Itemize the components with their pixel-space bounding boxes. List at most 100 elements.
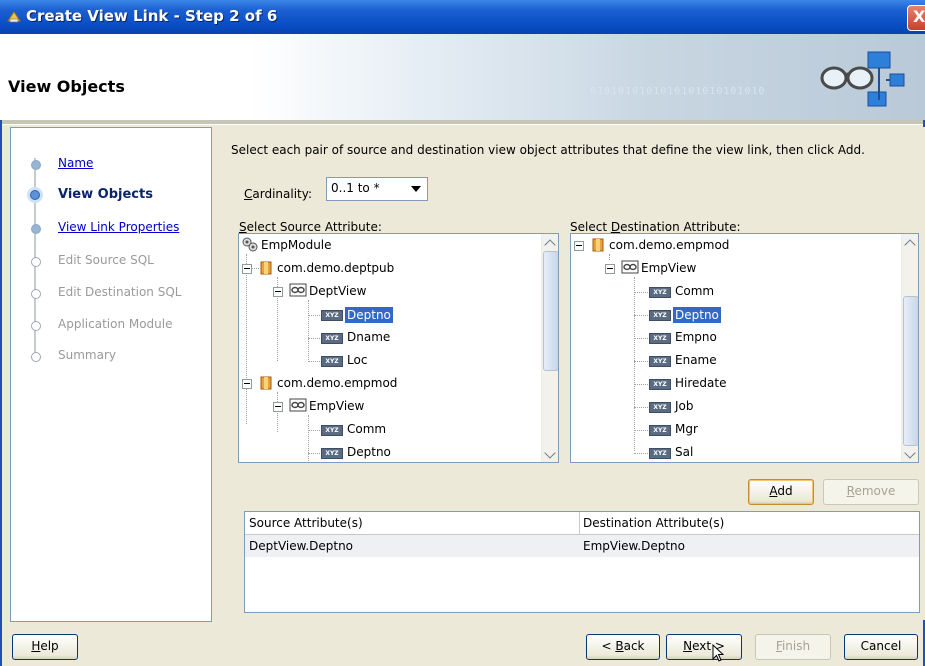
tree-node-attr-mgr[interactable]: XYZ Mgr — [571, 420, 891, 440]
attribute-icon: XYZ — [649, 425, 671, 436]
cell-source: DeptView.Deptno — [249, 539, 354, 553]
close-button[interactable]: X — [907, 5, 925, 31]
tree-line — [634, 361, 648, 362]
attribute-icon: XYZ — [649, 448, 671, 459]
tree-node-label: EmpView — [641, 261, 697, 275]
finish-button[interactable]: Finish — [755, 634, 831, 660]
tree-line — [634, 315, 648, 316]
step-pending-icon — [31, 352, 41, 362]
tree-node-view-empview[interactable]: EmpView — [571, 259, 891, 279]
tree-node-label: Sal — [675, 445, 694, 459]
close-icon: X — [913, 7, 925, 26]
collapse-icon[interactable] — [605, 264, 615, 274]
tree-line — [634, 430, 648, 431]
remove-button[interactable]: Remove — [823, 479, 919, 505]
tree-line — [308, 315, 320, 316]
tree-node-attr-hiredate[interactable]: XYZ Hiredate — [571, 374, 891, 394]
dropdown-arrow-icon[interactable] — [411, 186, 421, 192]
add-button[interactable]: Add — [748, 479, 814, 505]
step-label: Edit Source SQL — [58, 253, 154, 267]
column-divider[interactable] — [579, 512, 580, 534]
tree-node-attr-deptno[interactable]: XYZ Deptno — [571, 305, 891, 325]
tree-node-package-deptpub[interactable]: com.demo.deptpub — [239, 259, 539, 279]
tree-node-attr-deptno[interactable]: XYZ Deptno — [239, 305, 539, 325]
tree-node-label: com.demo.deptpub — [277, 261, 395, 275]
tree-node-label: Loc — [347, 353, 368, 367]
tree-node-attr-comm[interactable]: XYZ Comm — [571, 282, 891, 302]
chevron-down-icon — [904, 447, 916, 459]
collapse-icon[interactable] — [273, 287, 283, 297]
column-header-destination[interactable]: Destination Attribute(s) — [583, 516, 724, 530]
tree-node-attr-comm[interactable]: XYZ Comm — [239, 420, 539, 440]
tree-line — [634, 292, 648, 293]
collapse-icon[interactable] — [242, 379, 252, 389]
source-attribute-tree[interactable]: EmpModule com.demo.deptpub DeptView XYZ … — [238, 233, 559, 463]
tree-node-attr-empno[interactable]: XYZ Empno — [571, 328, 891, 348]
attribute-pairs-table[interactable]: Source Attribute(s) Destination Attribut… — [244, 511, 920, 613]
attribute-icon: XYZ — [649, 402, 671, 413]
tree-line — [308, 338, 320, 339]
scroll-up-button[interactable] — [902, 234, 918, 251]
tree-node-package-empmod[interactable]: com.demo.empmod — [571, 236, 891, 256]
tree-node-view-empview[interactable]: EmpView — [239, 397, 539, 417]
tree-node-label: com.demo.empmod — [609, 238, 730, 252]
tree-node-attr-loc[interactable]: XYZ Loc — [239, 351, 539, 371]
tree-node-attr-job[interactable]: XYZ Job — [571, 397, 891, 417]
next-button[interactable]: Next > — [666, 634, 742, 660]
button-label: < — [601, 639, 616, 653]
attribute-icon: XYZ — [321, 310, 343, 321]
scroll-down-button[interactable] — [542, 446, 558, 462]
scroll-thumb[interactable] — [543, 251, 558, 371]
scroll-thumb[interactable] — [903, 296, 918, 446]
step-pending-icon — [31, 321, 41, 331]
tree-node-module[interactable]: EmpModule — [239, 236, 539, 256]
mnemonic: S — [239, 220, 247, 234]
label-text: Select — [570, 220, 611, 234]
tree-node-attr-dname[interactable]: XYZ Dname — [239, 328, 539, 348]
header-binary-decoration: 0101010101010101010101010 — [590, 86, 766, 97]
package-icon — [592, 238, 604, 252]
application-module-icon — [242, 237, 258, 252]
step-label: View Objects — [58, 187, 153, 202]
tree-node-attr-deptno-2[interactable]: XYZ Deptno — [239, 443, 539, 462]
attribute-icon: XYZ — [649, 287, 671, 298]
attribute-icon: XYZ — [321, 333, 343, 344]
package-icon — [260, 261, 272, 275]
step-label[interactable]: View Link Properties — [58, 220, 179, 234]
window-border-left — [0, 120, 2, 666]
button-label: ack — [623, 639, 645, 653]
collapse-icon[interactable] — [574, 241, 584, 251]
destination-attribute-tree[interactable]: com.demo.empmod EmpView XYZ Comm XYZ Dep… — [570, 233, 919, 463]
table-row[interactable]: DeptView.Deptno EmpView.Deptno — [245, 535, 919, 557]
collapse-icon[interactable] — [242, 264, 252, 274]
step-done-icon — [31, 224, 41, 234]
tree-node-label: EmpModule — [261, 238, 332, 252]
view-object-icon — [289, 283, 307, 297]
button-label: inish — [781, 639, 811, 653]
scroll-up-button[interactable] — [542, 234, 558, 251]
cell-destination: EmpView.Deptno — [583, 539, 685, 553]
step-label[interactable]: Name — [58, 156, 93, 170]
tree-node-package-empmod[interactable]: com.demo.empmod — [239, 374, 539, 394]
tree-node-attr-sal[interactable]: XYZ Sal — [571, 443, 891, 462]
destination-tree-scrollbar[interactable] — [901, 234, 918, 462]
help-button[interactable]: Help — [12, 634, 78, 660]
tree-node-label: DeptView — [309, 284, 367, 298]
cardinality-select[interactable]: 0..1 to * — [326, 177, 428, 201]
tree-line — [634, 338, 648, 339]
tree-node-attr-ename[interactable]: XYZ Ename — [571, 351, 891, 371]
cancel-button[interactable]: Cancel — [844, 634, 918, 660]
collapse-icon[interactable] — [273, 402, 283, 412]
button-label: emove — [854, 484, 896, 498]
scroll-down-button[interactable] — [902, 446, 918, 462]
tree-node-view-deptview[interactable]: DeptView — [239, 282, 539, 302]
tree-node-label: Hiredate — [675, 376, 727, 390]
column-header-source[interactable]: Source Attribute(s) — [249, 516, 363, 530]
mnemonic: B — [615, 639, 624, 653]
back-button[interactable]: < Back — [586, 634, 660, 660]
tree-line — [634, 453, 648, 454]
button-label: dd — [777, 484, 793, 498]
tree-node-label: Empno — [675, 330, 717, 344]
package-icon — [260, 376, 272, 390]
source-tree-scrollbar[interactable] — [541, 234, 558, 462]
